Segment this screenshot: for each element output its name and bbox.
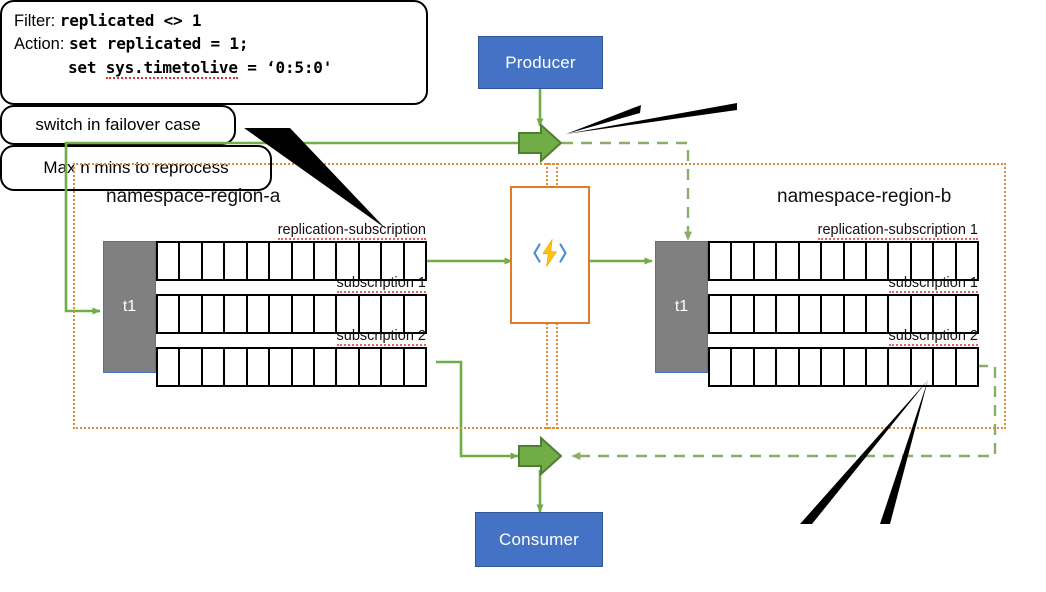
region-a-topic-label: t1 [122,298,137,315]
queue-cell [755,296,778,332]
queue-cell [225,243,248,279]
region-a-sub-0-label: replication-subscription [277,222,426,240]
queue-cell [405,349,425,385]
queue-cell [360,349,383,385]
queue-cell [800,296,823,332]
producer-label: Producer [505,52,576,72]
queue-cell [845,296,867,332]
queue-cell [777,296,800,332]
queue-cell [158,296,181,332]
block-arrow-producer [518,122,563,164]
queue-cell [957,243,977,279]
queue-cell [777,349,800,385]
queue-cell [270,296,293,332]
region-b-sub-0-label: replication-subscription 1 [817,222,978,240]
queue-cell [889,349,912,385]
queue-cell [732,243,755,279]
queue-cell [293,243,315,279]
queue-cell [934,349,957,385]
queue-cell [382,296,405,332]
azure-functions-icon [532,235,568,276]
region-a-queue-2[interactable] [156,347,427,387]
queue-cell [822,243,845,279]
queue-cell [248,349,271,385]
queue-cell [867,349,890,385]
region-b-topic-label: t1 [674,298,689,315]
queue-cell [270,349,293,385]
queue-cell [912,296,935,332]
queue-cell [382,243,405,279]
consumer-box[interactable]: Consumer [475,512,603,567]
queue-cell [315,296,338,332]
queue-cell [710,243,733,279]
queue-cell [845,349,867,385]
queue-cell [248,243,271,279]
queue-cell [867,243,890,279]
queue-cell [777,243,800,279]
queue-cell [889,243,912,279]
queue-cell [710,296,733,332]
region-b-title: namespace-region-b [777,186,952,207]
queue-cell [867,296,890,332]
queue-cell [800,349,823,385]
queue-cell [934,296,957,332]
queue-cell [755,243,778,279]
queue-cell [405,296,425,332]
queue-cell [158,349,181,385]
queue-cell [382,349,405,385]
queue-cell [800,243,823,279]
queue-cell [710,349,733,385]
queue-cell [203,349,226,385]
region-a-topic-t1[interactable]: t1 [103,241,156,373]
queue-cell [337,296,360,332]
queue-cell [337,243,360,279]
queue-cell [732,296,755,332]
queue-cell [270,243,293,279]
replication-function-box[interactable] [510,186,590,324]
queue-cell [315,243,338,279]
queue-cell [957,296,977,332]
queue-cell [203,243,226,279]
queue-cell [912,243,935,279]
queue-cell [158,243,181,279]
diagram-canvas: Producer Consumer namespace-region-a t1 … [0,0,1046,592]
queue-cell [822,296,845,332]
queue-cell [293,349,315,385]
queue-cell [732,349,755,385]
queue-cell [248,296,271,332]
queue-cell [934,243,957,279]
queue-cell [957,349,977,385]
region-b-sub-1-label: subscription 1 [888,275,978,293]
queue-cell [822,349,845,385]
queue-cell [315,349,338,385]
region-a-sub-2-label: subscription 2 [336,328,426,346]
queue-cell [337,349,360,385]
queue-cell [180,296,203,332]
producer-box[interactable]: Producer [478,36,603,89]
queue-cell [203,296,226,332]
queue-cell [180,243,203,279]
region-a-sub-1-label: subscription 1 [336,275,426,293]
queue-cell [755,349,778,385]
region-b-sub-2-label: subscription 2 [888,328,978,346]
region-a-title: namespace-region-a [106,186,281,207]
queue-cell [225,349,248,385]
queue-cell [405,243,425,279]
consumer-label: Consumer [498,529,580,549]
queue-cell [225,296,248,332]
queue-cell [293,296,315,332]
queue-cell [360,243,383,279]
region-b-queue-2[interactable] [708,347,979,387]
queue-cell [889,296,912,332]
block-arrow-consumer [518,435,563,477]
queue-cell [180,349,203,385]
queue-cell [845,243,867,279]
region-b-topic-t1[interactable]: t1 [655,241,708,373]
queue-cell [360,296,383,332]
queue-cell [912,349,935,385]
